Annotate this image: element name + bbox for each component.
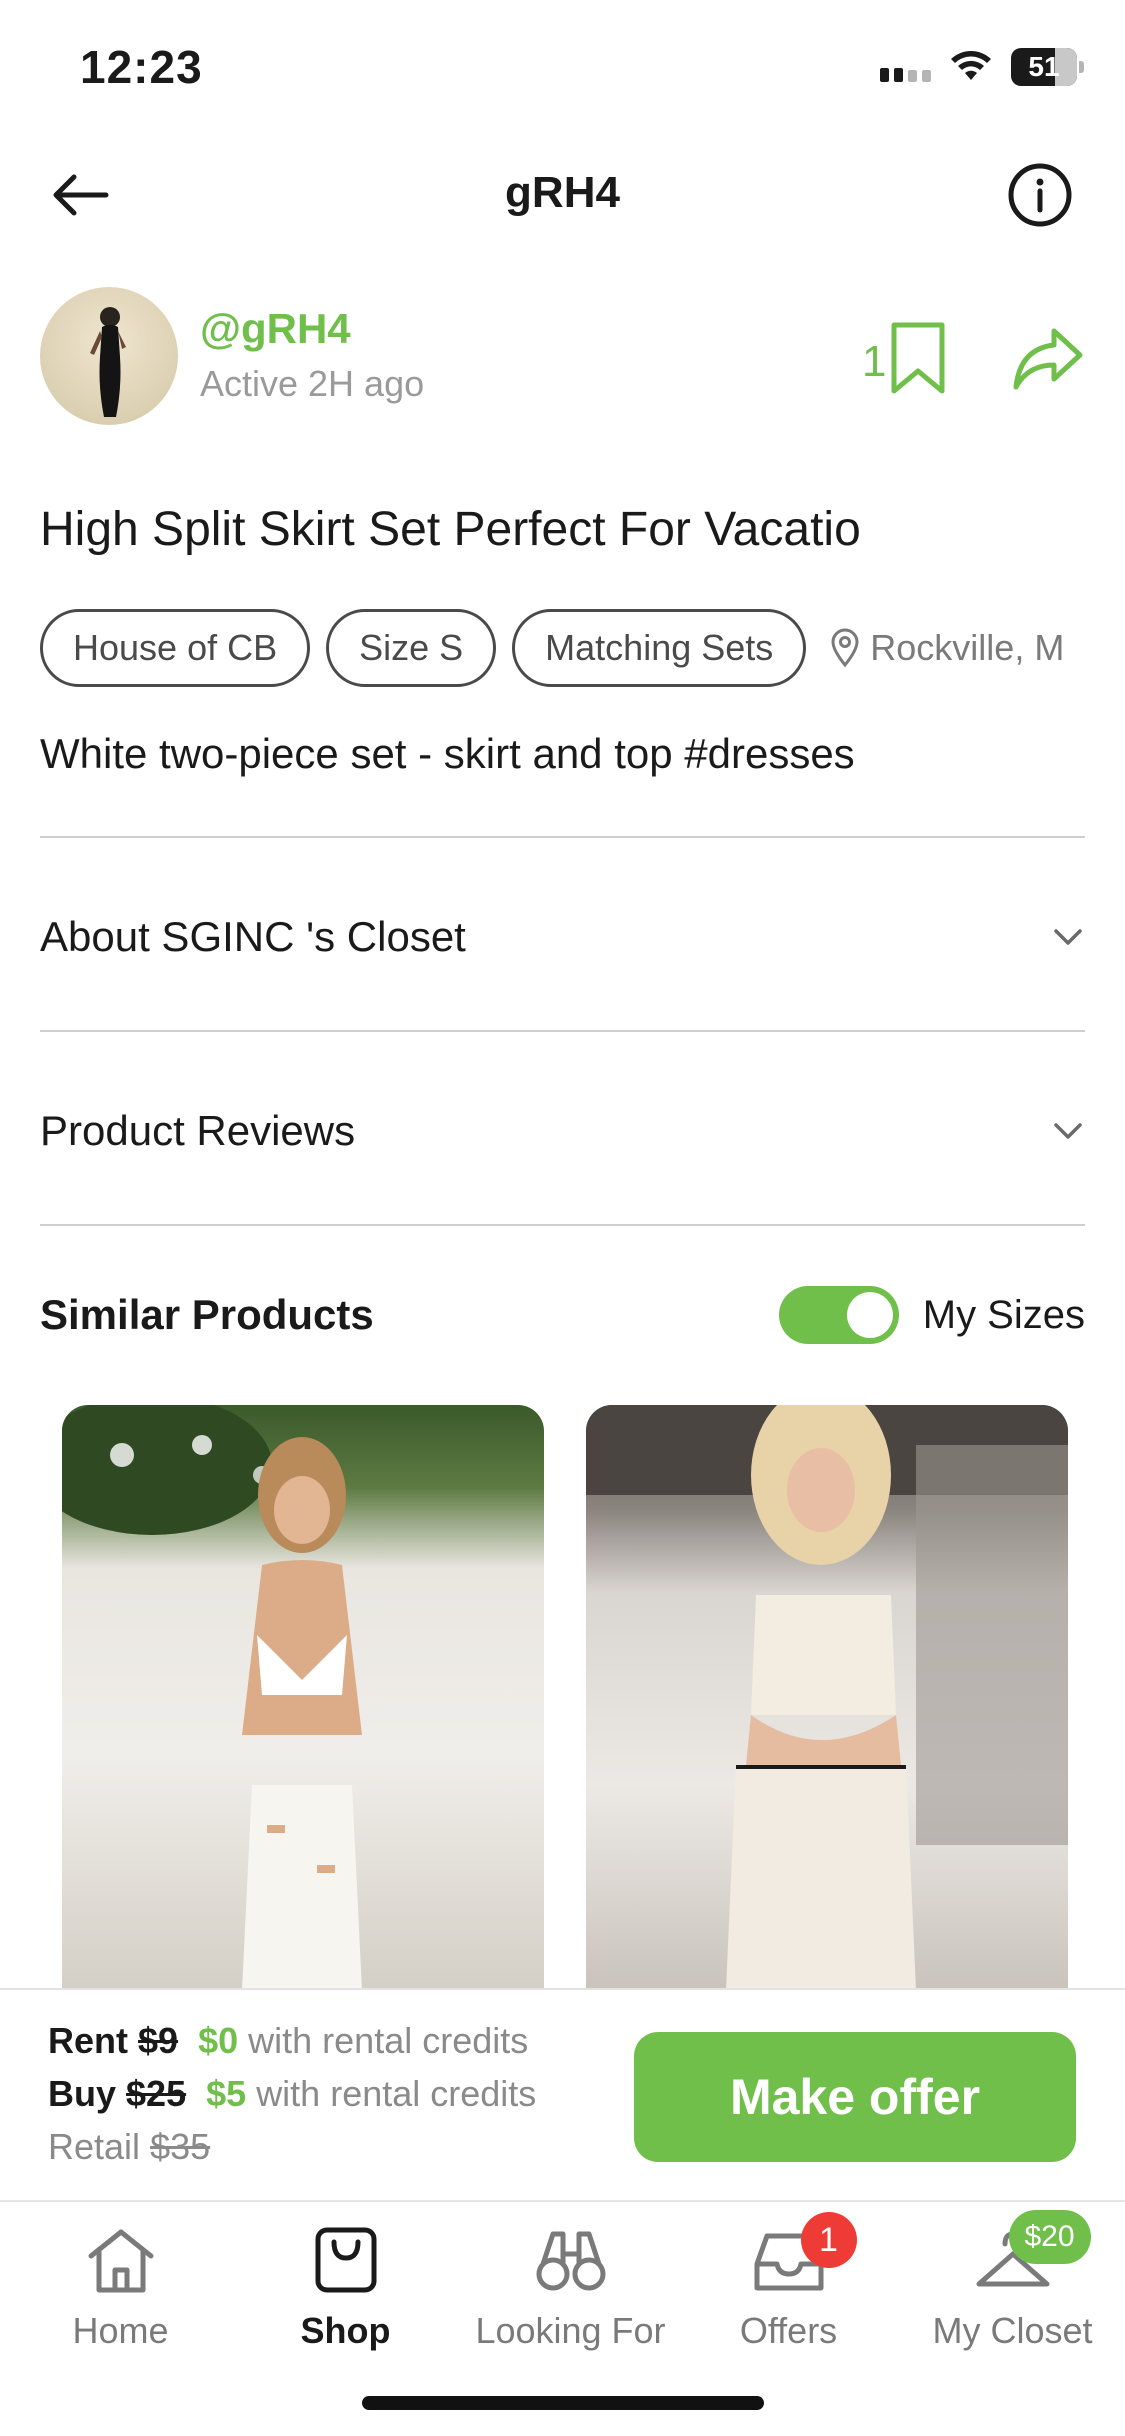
listing-tags: House of CB Size S Matching Sets Rockvil… xyxy=(40,608,1085,688)
inbox-icon: 1 xyxy=(749,2212,857,2296)
share-icon xyxy=(1013,328,1083,390)
tab-looking-for[interactable]: Looking For xyxy=(458,2224,683,2364)
tag-size[interactable]: Size S xyxy=(326,609,497,687)
status-time: 12:23 xyxy=(80,41,203,93)
cellular-signal-icon xyxy=(880,52,931,82)
rent-price: $9 xyxy=(138,2020,179,2061)
about-closet-accordion[interactable]: About SGINC 's Closet xyxy=(40,842,1085,1032)
my-sizes-label: My Sizes xyxy=(922,1292,1085,1337)
avatar-figure xyxy=(90,307,126,417)
home-icon xyxy=(81,2224,161,2296)
rent-price-line: Rent $9 $0 with rental credits xyxy=(48,2020,528,2062)
home-indicator[interactable] xyxy=(362,2396,764,2410)
save-count: 1 xyxy=(862,337,887,386)
retail-price-line: Retail $35 xyxy=(48,2126,210,2168)
product-image xyxy=(586,1405,1068,1990)
rent-credit-text: with rental credits xyxy=(248,2020,529,2061)
shopping-bag-icon xyxy=(306,2224,386,2296)
purchase-bar: Rent $9 $0 with rental credits Buy $25 $… xyxy=(0,1988,1125,2200)
page-title: gRH4 xyxy=(505,168,620,217)
tag-category[interactable]: Matching Sets xyxy=(512,609,807,687)
similar-product-card[interactable] xyxy=(586,1405,1068,1990)
listing-description: White two-piece set - skirt and top #dre… xyxy=(40,730,855,777)
rent-label: Rent xyxy=(48,2020,128,2061)
offers-badge: 1 xyxy=(800,2212,857,2268)
nav-bar: gRH4 xyxy=(0,140,1125,250)
listing-title: High Split Skirt Set Perfect For Vacatio xyxy=(40,503,861,556)
retail-price: $35 xyxy=(150,2126,211,2167)
similar-product-card[interactable] xyxy=(62,1405,544,1990)
bookmark-button[interactable] xyxy=(888,321,948,397)
chevron-down-icon xyxy=(1054,1123,1082,1139)
seller-active-status: Active 2H ago xyxy=(200,363,425,404)
chevron-down-icon xyxy=(1054,929,1082,945)
my-sizes-filter: My Sizes xyxy=(778,1286,1085,1344)
info-button[interactable] xyxy=(1007,162,1073,228)
avatar[interactable] xyxy=(40,287,178,425)
divider xyxy=(40,1224,1085,1226)
my-sizes-toggle[interactable] xyxy=(778,1286,899,1344)
battery-icon: 51 xyxy=(1011,48,1084,86)
seller-handle[interactable]: @gRH4 xyxy=(200,305,351,353)
tag-brand[interactable]: House of CB xyxy=(40,609,311,687)
tab-shop[interactable]: Shop xyxy=(233,2224,458,2364)
binoculars-icon xyxy=(531,2224,611,2296)
tab-my-closet[interactable]: $20 My Closet xyxy=(900,2210,1125,2364)
similar-products-title: Similar Products xyxy=(40,1291,374,1338)
product-image xyxy=(62,1405,362,1990)
info-icon xyxy=(1008,163,1072,227)
buy-price: $25 xyxy=(126,2073,187,2114)
rent-credit-price: $0 xyxy=(198,2020,239,2061)
buy-price-line: Buy $25 $5 with rental credits xyxy=(48,2073,536,2115)
tab-label: Home xyxy=(72,2310,169,2351)
tab-label: Looking For xyxy=(475,2310,666,2351)
hanger-icon: $20 xyxy=(973,2210,1091,2296)
share-button[interactable] xyxy=(1012,325,1084,393)
product-reviews-title: Product Reviews xyxy=(40,1107,356,1154)
tab-home[interactable]: Home xyxy=(8,2224,233,2364)
status-bar: 12:23 51 xyxy=(0,0,1125,140)
product-reviews-accordion[interactable]: Product Reviews xyxy=(40,1036,1085,1226)
location-label: Rockville, M xyxy=(870,627,1065,668)
buy-credit-text: with rental credits xyxy=(256,2073,537,2114)
tab-label: Shop xyxy=(300,2310,391,2351)
divider xyxy=(40,836,1085,838)
bookmark-icon xyxy=(891,322,945,394)
tab-label: Offers xyxy=(739,2310,838,2351)
tab-offers[interactable]: 1 Offers xyxy=(676,2212,901,2364)
retail-label: Retail xyxy=(48,2126,141,2167)
about-closet-title: About SGINC 's Closet xyxy=(40,913,466,960)
wifi-icon xyxy=(951,51,991,80)
divider xyxy=(40,1030,1085,1032)
similar-products-header: Similar Products My Sizes xyxy=(40,1275,1085,1355)
battery-level: 51 xyxy=(1028,51,1060,82)
location: Rockville, M xyxy=(822,627,1064,669)
location-pin-icon xyxy=(831,628,859,668)
buy-credit-price: $5 xyxy=(206,2073,247,2114)
make-offer-button[interactable]: Make offer xyxy=(634,2032,1076,2162)
tab-label: My Closet xyxy=(932,2310,1093,2351)
status-indicators: 51 xyxy=(880,48,1084,86)
buy-label: Buy xyxy=(48,2073,117,2114)
closet-credit-badge: $20 xyxy=(1008,2210,1091,2264)
seller-row: @gRH4 Active 2H ago 1 xyxy=(40,285,1085,430)
